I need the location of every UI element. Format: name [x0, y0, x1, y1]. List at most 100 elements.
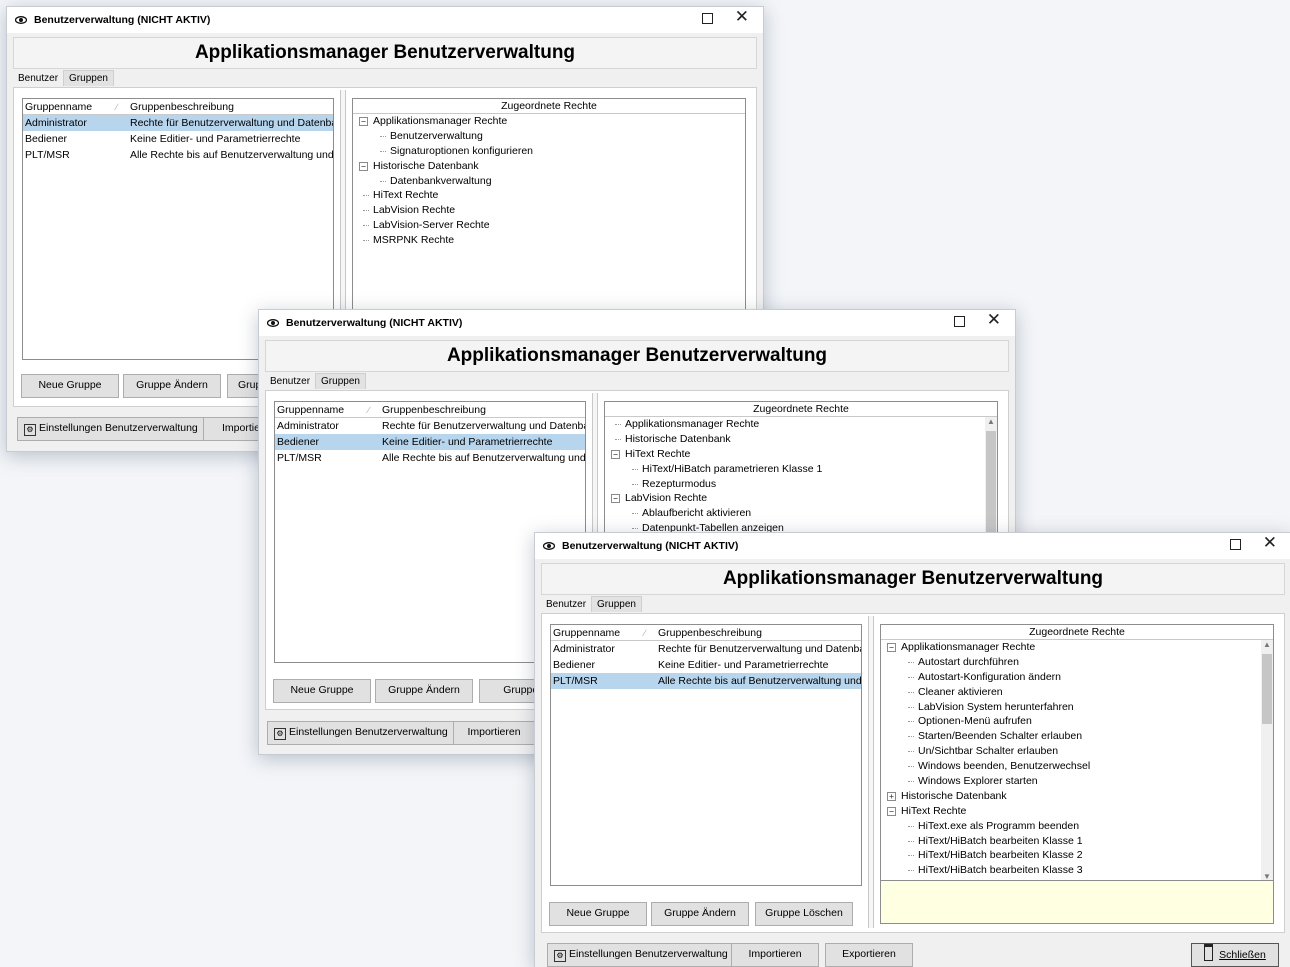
tree-item[interactable]: Autostart-Konfiguration ändern — [881, 670, 1273, 685]
tree-item[interactable]: Applikationsmanager Rechte — [605, 417, 997, 432]
tree-connector — [615, 438, 621, 440]
tab-benutzer[interactable]: Benutzer — [13, 71, 63, 86]
tree-item[interactable]: Windows beenden, Benutzerwechsel — [881, 759, 1273, 774]
delete-group-button[interactable]: Gruppe Löschen — [755, 902, 853, 926]
table-row[interactable]: Bediener Keine Editier- und Parametrierre… — [275, 434, 585, 450]
right-description-box — [880, 880, 1274, 924]
tree-item[interactable]: HiText/HiBatch bearbeiten Klasse 3 — [881, 863, 1273, 878]
export-button[interactable]: Exportieren — [825, 943, 913, 967]
table-row[interactable]: Bediener Keine Editier- und Parametrierre… — [551, 657, 861, 673]
col-header-desc[interactable]: Gruppenbeschreibung — [382, 404, 486, 416]
tree-item-label: Historische Datenbank — [373, 159, 479, 172]
tree-item[interactable]: MSRPNK Rechte — [353, 233, 745, 248]
tree-item[interactable]: − Applikationsmanager Rechte — [881, 640, 1273, 655]
tree-item[interactable]: Ablaufbericht aktivieren — [605, 506, 997, 521]
table-row[interactable]: PLT/MSR Alle Rechte bis auf Benutzerverwa… — [275, 450, 585, 466]
tab-gruppen[interactable]: Gruppen — [63, 70, 114, 86]
tree-connector — [632, 468, 638, 470]
tree-item[interactable]: Rezepturmodus — [605, 477, 997, 492]
tree-connector — [615, 424, 621, 425]
tree-item[interactable]: − Applikationsmanager Rechte — [353, 114, 745, 129]
scroll-thumb[interactable] — [1262, 654, 1272, 724]
tree-item-label: Benutzerverwaltung — [390, 129, 483, 142]
collapse-icon[interactable]: − — [359, 117, 368, 126]
tree-item[interactable]: HiText/HiBatch bearbeiten Klasse 2 — [881, 848, 1273, 863]
tree-item[interactable]: HiText/HiBatch parametrieren Klasse 1 — [605, 462, 997, 477]
tree-item[interactable]: − LabVision Rechte — [605, 491, 997, 506]
tree-item[interactable]: Datenbankverwaltung — [353, 174, 745, 189]
table-row[interactable]: Administrator Rechte für Benutzerverwaltu… — [275, 418, 585, 434]
edit-group-button[interactable]: Gruppe Ändern — [123, 374, 221, 398]
tab-gruppen[interactable]: Gruppen — [315, 373, 366, 389]
tree-item-label: Un/Sichtbar Schalter erlauben — [918, 745, 1059, 758]
maximize-icon[interactable] — [954, 316, 965, 327]
collapse-icon[interactable]: − — [887, 806, 896, 816]
tree-item-label: Windows Explorer starten — [918, 775, 1038, 788]
tree-item[interactable]: + Historische Datenbank — [881, 789, 1273, 804]
tree-item[interactable]: − Historische Datenbank — [353, 159, 745, 174]
close-icon[interactable]: ✕ — [735, 9, 749, 26]
tree-item[interactable]: − HiText Rechte — [605, 447, 997, 462]
new-group-button[interactable]: Neue Gruppe — [549, 902, 647, 926]
collapse-icon[interactable]: − — [359, 161, 368, 171]
tree-item[interactable]: Cleaner aktivieren — [881, 685, 1273, 700]
tree-item[interactable]: Starten/Beenden Schalter erlauben — [881, 729, 1273, 744]
col-header-name[interactable]: Gruppenname — [25, 101, 92, 113]
maximize-icon[interactable] — [702, 13, 713, 24]
settings-button[interactable]: ⚙ Einstellungen Benutzerverwaltung — [267, 721, 455, 745]
tree-item[interactable]: Benutzerverwaltung — [353, 129, 745, 144]
table-row[interactable]: Bediener Keine Editier- und Parametrierre… — [23, 131, 333, 147]
import-button[interactable]: Importieren — [453, 721, 535, 745]
tree-item[interactable]: Windows Explorer starten — [881, 774, 1273, 789]
tree-connector — [908, 736, 914, 738]
new-group-button[interactable]: Neue Gruppe — [273, 679, 371, 703]
tree-item[interactable]: Historische Datenbank — [605, 432, 997, 447]
tree-item[interactable]: HiText/HiBatch bearbeiten Klasse 1 — [881, 834, 1273, 849]
app-banner: Applikationsmanager Benutzerverwaltung — [265, 340, 1009, 372]
tree-item[interactable]: Optionen-Menü aufrufen — [881, 714, 1273, 729]
maximize-icon[interactable] — [1230, 539, 1241, 550]
tab-benutzer[interactable]: Benutzer — [541, 597, 591, 612]
scrollbar[interactable]: ▲ ▼ — [1261, 640, 1273, 881]
new-group-button[interactable]: Neue Gruppe — [21, 374, 119, 398]
tree-item[interactable]: LabVision System herunterfahren — [881, 700, 1273, 715]
tab-benutzer[interactable]: Benutzer — [265, 374, 315, 389]
col-header-desc[interactable]: Gruppenbeschreibung — [658, 627, 762, 639]
settings-button[interactable]: ⚙ Einstellungen Benutzerverwaltung — [17, 417, 205, 441]
tree-item[interactable]: LabVision Rechte — [353, 203, 745, 218]
tree-item[interactable]: Autostart durchführen — [881, 655, 1273, 670]
col-header-desc[interactable]: Gruppenbeschreibung — [130, 101, 234, 113]
import-button[interactable]: Importieren — [731, 943, 819, 967]
splitter[interactable] — [868, 616, 874, 928]
table-row[interactable]: Administrator Rechte für Benutzerverwaltu… — [551, 641, 861, 657]
close-icon[interactable]: ✕ — [987, 312, 1001, 329]
close-button[interactable]: Schließen — [1191, 943, 1279, 967]
tree-item[interactable]: − HiText Rechte — [881, 804, 1273, 819]
col-header-name[interactable]: Gruppenname — [277, 404, 344, 416]
table-row[interactable]: Administrator Rechte für Benutzerverwaltu… — [23, 115, 333, 131]
tab-gruppen[interactable]: Gruppen — [591, 596, 642, 612]
settings-button[interactable]: ⚙ Einstellungen Benutzerverwaltung — [547, 943, 735, 967]
tree-item[interactable]: HiText.exe als Programm beenden — [881, 819, 1273, 834]
collapse-icon[interactable]: − — [611, 449, 620, 459]
group-desc-cell: Alle Rechte bis auf Benutzerverwaltung u… — [130, 149, 333, 161]
col-header-name[interactable]: Gruppenname — [553, 627, 620, 639]
collapse-icon[interactable]: − — [887, 643, 896, 652]
tree-item[interactable]: Un/Sichtbar Schalter erlauben — [881, 744, 1273, 759]
table-row[interactable]: PLT/MSR Alle Rechte bis auf Benutzerverwa… — [551, 673, 861, 689]
scroll-up-icon[interactable]: ▲ — [985, 417, 997, 426]
tree-item-label: HiText Rechte — [901, 804, 967, 817]
tree-item[interactable]: LabVision-Server Rechte — [353, 218, 745, 233]
collapse-icon[interactable]: − — [611, 494, 620, 504]
expand-icon[interactable]: + — [887, 791, 896, 801]
tree-item[interactable]: Signaturoptionen konfigurieren — [353, 144, 745, 159]
settings-icon: ⚙ — [554, 950, 566, 962]
scroll-up-icon[interactable]: ▲ — [1261, 640, 1273, 649]
edit-group-button[interactable]: Gruppe Ändern — [375, 679, 473, 703]
close-icon[interactable]: ✕ — [1263, 535, 1277, 552]
window-title: Benutzerverwaltung (NICHT AKTIV) — [34, 14, 211, 26]
tree-item-label: Ablaufbericht aktivieren — [642, 507, 752, 520]
tree-item[interactable]: HiText Rechte — [353, 188, 745, 203]
table-row[interactable]: PLT/MSR Alle Rechte bis auf Benutzerverwa… — [23, 147, 333, 163]
edit-group-button[interactable]: Gruppe Ändern — [651, 902, 749, 926]
